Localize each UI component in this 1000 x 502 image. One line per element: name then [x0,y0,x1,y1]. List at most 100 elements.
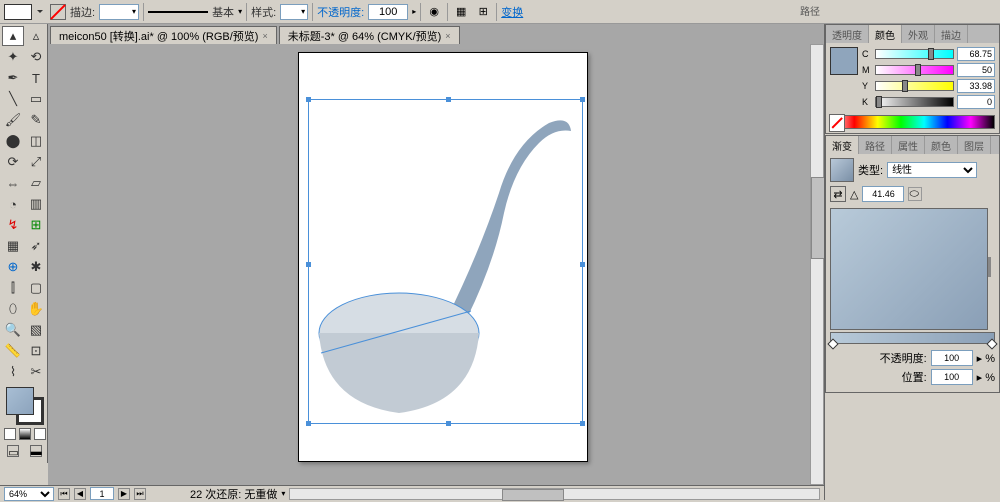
gradient-opacity-input[interactable] [931,350,973,366]
close-icon[interactable]: × [262,31,267,41]
last-page-btn[interactable]: ⏭ [134,488,146,500]
zoom-tool[interactable]: 🔍 [2,320,24,340]
mesh-tool[interactable]: ⊞ [25,215,47,235]
scissors-tool[interactable]: ✂ [25,362,47,382]
crop-tool[interactable]: ⊡ [25,341,47,361]
fill-stroke-swatches[interactable] [2,387,47,427]
color-mode-none[interactable] [34,428,46,440]
gradient-slider[interactable] [830,332,995,344]
tab-appearance[interactable]: 外观 [902,25,935,43]
fill-swatch[interactable] [4,4,32,20]
perspective-grid-tool[interactable]: ↯ [2,215,24,235]
live-paint-tool[interactable]: ▥ [25,194,47,214]
opacity-input[interactable] [368,4,408,20]
stroke-weight-dropdown[interactable] [99,4,139,20]
y-value[interactable] [957,79,995,93]
measure-tool[interactable]: 📏 [2,341,24,361]
symbol-sprayer-tool[interactable]: ✱ [25,257,47,277]
eyedropper-tool[interactable]: ➶ [25,236,47,256]
blob-brush-tool[interactable]: ⬤ [2,131,24,151]
canvas-area[interactable] [48,44,824,485]
color-mode-solid[interactable] [4,428,16,440]
gradient-stop-end[interactable] [986,338,997,349]
type-tool[interactable]: T [25,68,47,88]
recolor-artwork-icon[interactable]: ◉ [425,3,443,21]
scale-tool[interactable]: ⤢ [25,152,47,172]
m-slider[interactable] [875,65,954,75]
status-dropdown-icon[interactable]: ▾ [281,489,285,498]
k-value[interactable] [957,95,995,109]
tab-path[interactable]: 路径 [859,136,892,154]
doc-tab-label: meicon50 [转换].ai* @ 100% (RGB/预览) [59,28,258,44]
gradient-preview[interactable] [830,208,988,330]
doc-tab-2[interactable]: 未标题-3* @ 64% (CMYK/预览) × [279,26,460,44]
selection-tool[interactable]: ▴ [2,26,24,46]
pencil-tool[interactable]: ✎ [25,110,47,130]
free-transform-tool[interactable]: ▱ [25,173,47,193]
magic-wand-tool[interactable]: ✦ [2,47,24,67]
column-graph-tool[interactable]: ⫿ [2,278,24,298]
prev-page-btn[interactable]: ◀ [74,488,86,500]
gradient-stop-start[interactable] [827,338,838,349]
color-spectrum[interactable] [830,115,995,129]
eraser-tool[interactable]: ◫ [25,131,47,151]
line-tool[interactable]: ╲ [2,89,24,109]
hand-tool[interactable]: ✋ [25,299,47,319]
brush-stroke-preview[interactable] [148,11,208,13]
rotate-tool[interactable]: ⟳ [2,152,24,172]
reverse-gradient-icon[interactable]: ⇄ [830,186,846,202]
gradient-swatch[interactable] [830,158,854,182]
slice-tool[interactable]: ⬯ [2,299,24,319]
gradient-type-select[interactable]: 线性 [887,162,977,178]
tab-color[interactable]: 颜色 [869,25,902,43]
artboard-tool[interactable]: ▢ [25,278,47,298]
zoom-select[interactable]: 64% [4,487,54,501]
rectangle-tool[interactable]: ▭ [25,89,47,109]
first-page-btn[interactable]: ⏮ [58,488,70,500]
artwork-spoon[interactable] [299,53,589,463]
style-dropdown[interactable] [280,4,308,20]
fill-swatch-tool[interactable] [6,387,34,415]
screen-mode-full[interactable]: ▬ [30,445,42,457]
width-tool[interactable]: ⇔ [2,173,24,193]
next-page-btn[interactable]: ▶ [118,488,130,500]
screen-mode-normal[interactable]: ▭ [7,445,19,457]
opacity-arrow[interactable]: ▸ [412,7,416,16]
m-value[interactable] [957,63,995,77]
screen-mode-row: ▭ ▬ [2,445,47,461]
distribute-icon[interactable]: ⊞ [474,3,492,21]
tab-stroke[interactable]: 描边 [935,25,968,43]
horizontal-scrollbar[interactable] [289,488,820,500]
artboard[interactable] [298,52,588,462]
pen-tool[interactable]: ✒ [2,68,24,88]
paintbrush-tool[interactable]: 🖌 [2,110,24,130]
color-mode-gradient[interactable] [19,428,31,440]
tab-transparency[interactable]: 透明度 [826,25,869,43]
shape-builder-tool[interactable]: ◔ [2,194,24,214]
gradient-tool[interactable]: ▦ [2,236,24,256]
knife-tool[interactable]: ⌇ [2,362,24,382]
blend-tool[interactable]: ⊕ [2,257,24,277]
c-value[interactable] [957,47,995,61]
print-tiling-tool[interactable]: ▧ [25,320,47,340]
tab-attributes[interactable]: 属性 [892,136,925,154]
c-slider[interactable] [875,49,954,59]
vertical-scrollbar[interactable] [810,44,824,485]
transform-link[interactable]: 变换 [501,4,523,20]
y-slider[interactable] [875,81,954,91]
direct-selection-tool[interactable]: ▵ [25,26,47,46]
doc-tab-1[interactable]: meicon50 [转换].ai* @ 100% (RGB/预览) × [50,26,277,44]
k-slider[interactable] [875,97,954,107]
tab-layers[interactable]: 图层 [958,136,991,154]
current-color-swatch[interactable] [830,47,858,75]
page-input[interactable] [90,487,114,500]
align-icon[interactable]: ▦ [452,3,470,21]
lasso-tool[interactable]: ⟲ [25,47,47,67]
no-fill-icon[interactable] [50,4,66,20]
aspect-ratio-icon[interactable]: ⬭ [908,187,922,201]
gradient-position-input[interactable] [931,369,973,385]
tab-gradient[interactable]: 渐变 [826,136,859,154]
angle-input[interactable] [862,186,904,202]
tab-color2[interactable]: 颜色 [925,136,958,154]
close-icon[interactable]: × [445,31,450,41]
